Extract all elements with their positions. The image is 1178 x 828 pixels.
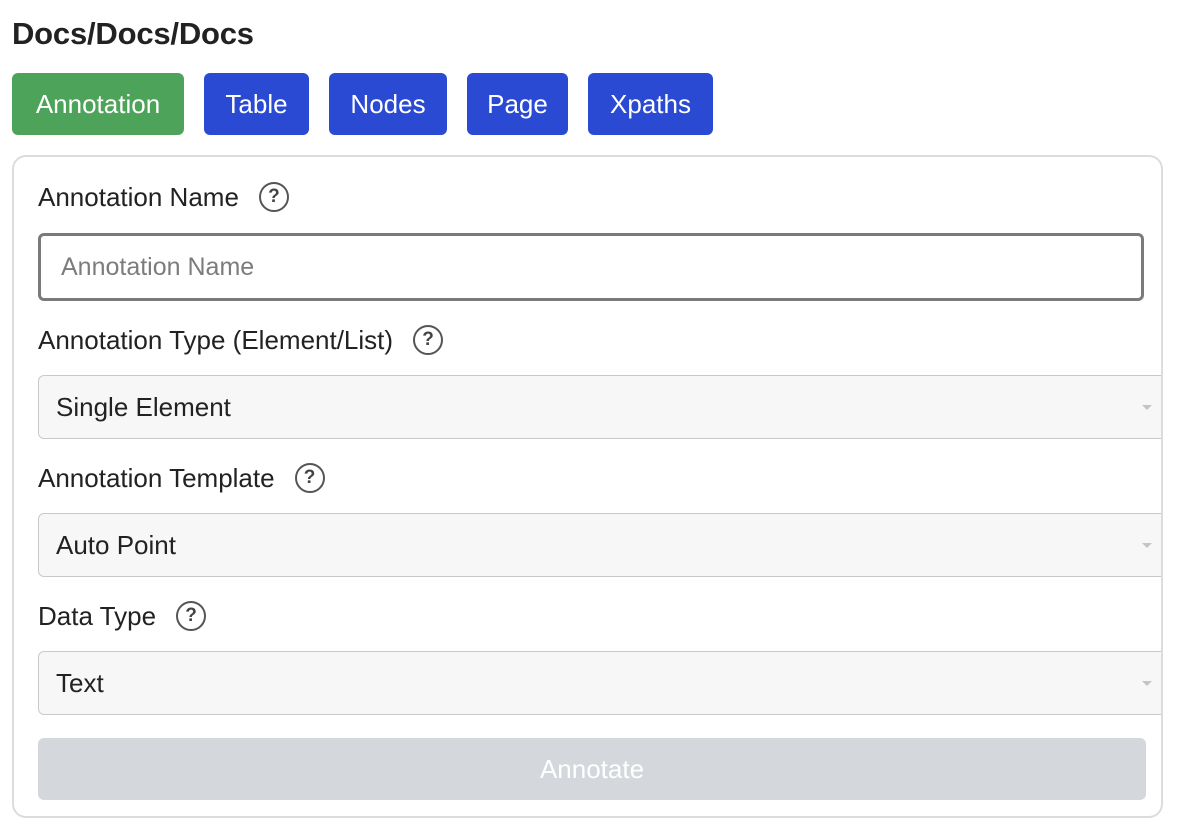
tab-nodes[interactable]: Nodes xyxy=(329,73,447,135)
caret-down-icon xyxy=(1142,405,1152,410)
data-type-value: Text xyxy=(56,668,104,698)
data-type-label-row: Data Type ? xyxy=(38,596,207,636)
tab-table[interactable]: Table xyxy=(204,73,309,135)
annotation-type-value: Single Element xyxy=(56,392,231,422)
annotation-name-label: Annotation Name xyxy=(38,181,239,212)
caret-down-icon xyxy=(1142,681,1152,686)
annotation-template-label: Annotation Template xyxy=(38,462,275,493)
annotation-name-label-row: Annotation Name ? xyxy=(38,177,289,217)
annotation-form-card: Annotation Name ? Annotation Type (Eleme… xyxy=(12,155,1163,818)
tab-annotation[interactable]: Annotation xyxy=(12,73,184,135)
data-type-label: Data Type xyxy=(38,600,157,631)
annotation-template-select[interactable]: Auto Point xyxy=(38,513,1161,577)
annotation-type-select[interactable]: Single Element xyxy=(38,375,1161,439)
annotation-template-value: Auto Point xyxy=(56,530,176,560)
caret-down-icon xyxy=(1142,543,1152,548)
breadcrumb: Docs/Docs/Docs xyxy=(12,16,254,51)
help-icon[interactable]: ? xyxy=(258,182,289,212)
annotate-button[interactable]: Annotate xyxy=(38,738,1146,800)
help-icon[interactable]: ? xyxy=(294,463,325,493)
annotation-template-label-row: Annotation Template ? xyxy=(38,458,325,498)
annotation-name-input[interactable] xyxy=(38,233,1144,301)
tab-xpaths[interactable]: Xpaths xyxy=(588,73,713,135)
annotation-type-label-row: Annotation Type (Element/List) ? xyxy=(38,320,444,360)
help-icon[interactable]: ? xyxy=(176,601,207,631)
annotation-type-label: Annotation Type (Element/List) xyxy=(38,324,394,355)
help-icon[interactable]: ? xyxy=(413,325,444,355)
tab-page[interactable]: Page xyxy=(467,73,568,135)
data-type-select[interactable]: Text xyxy=(38,651,1161,715)
